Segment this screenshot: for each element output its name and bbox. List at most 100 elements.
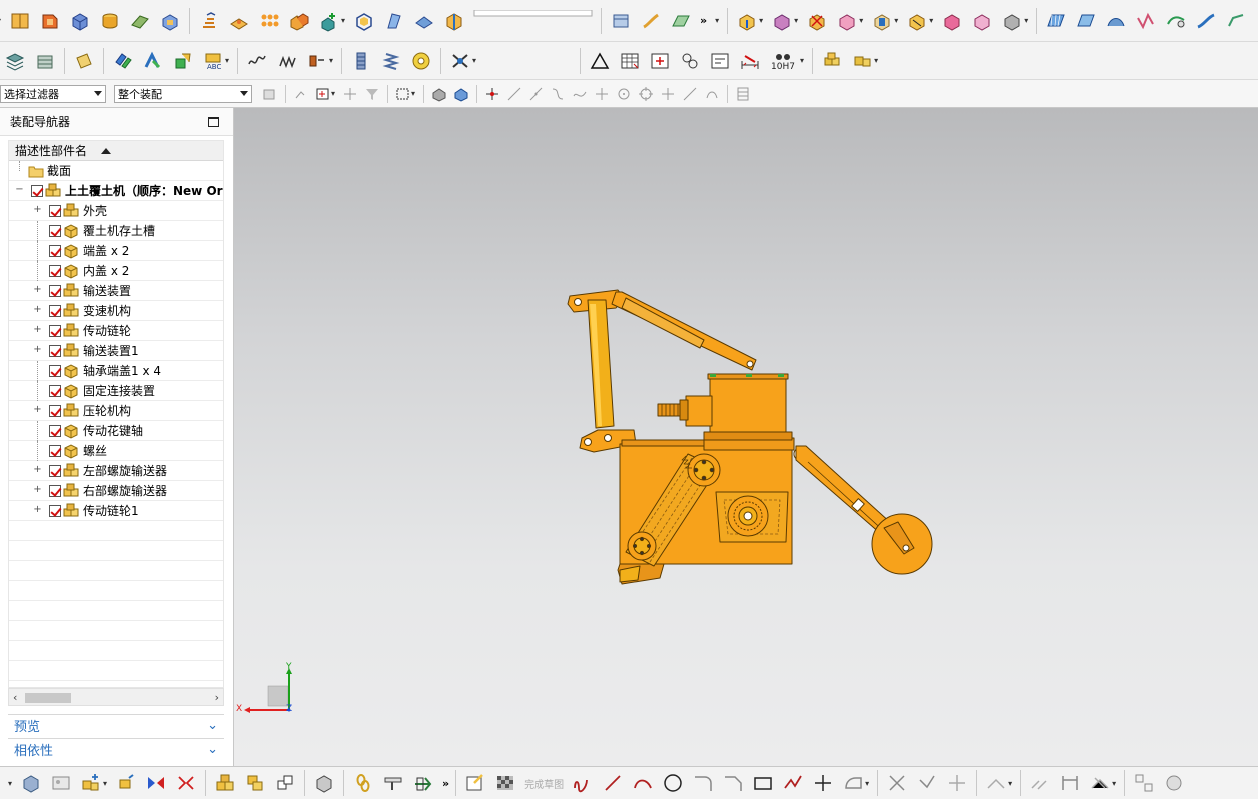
collapse-icon[interactable]: −	[15, 185, 24, 195]
dropdown-arrow[interactable]: ▾	[0, 16, 1, 25]
visibility-checkbox[interactable]	[49, 485, 61, 497]
snap-spline-icon[interactable]	[572, 86, 588, 102]
text-note-icon[interactable]	[709, 50, 731, 72]
tree-row[interactable]: + 传动链轮	[9, 321, 223, 341]
snap-icon[interactable]	[293, 86, 309, 102]
dropdown-arrow[interactable]: ▾	[865, 779, 869, 788]
chevron-down-icon[interactable]: ⌄	[207, 742, 218, 757]
boolean-icon[interactable]	[288, 10, 310, 32]
tree-row[interactable]: 端盖 x 2	[9, 241, 223, 261]
corner-icon[interactable]	[946, 772, 968, 794]
more-icon[interactable]: »	[442, 777, 449, 790]
rectangle-icon[interactable]	[752, 772, 774, 794]
extend-icon[interactable]	[916, 772, 938, 794]
dropdown-arrow[interactable]: ▾	[331, 89, 335, 98]
view-layout-icon[interactable]	[1133, 772, 1155, 794]
part-select-icon[interactable]	[431, 86, 447, 102]
routing-icon[interactable]	[449, 50, 471, 72]
snap-face-icon[interactable]	[704, 86, 720, 102]
scrollbar-thumb[interactable]	[25, 693, 71, 703]
sphere-add-icon[interactable]	[318, 10, 340, 32]
layer-settings-icon[interactable]	[34, 50, 56, 72]
dropdown-arrow[interactable]: ▾	[859, 16, 863, 25]
chevron-down-icon[interactable]: ⌄	[207, 718, 218, 733]
visibility-checkbox[interactable]	[49, 225, 61, 237]
extrude-icon[interactable]	[198, 10, 220, 32]
copy-face-icon[interactable]	[941, 10, 963, 32]
trim-icon[interactable]	[886, 772, 908, 794]
triangle-icon[interactable]	[589, 50, 611, 72]
swoop-icon[interactable]	[1105, 10, 1127, 32]
maximize-icon[interactable]	[208, 117, 219, 127]
tree-row[interactable]: + 变速机构	[9, 301, 223, 321]
dropdown-arrow[interactable]: ▾	[1024, 16, 1028, 25]
expand-icon[interactable]: +	[33, 205, 42, 215]
hole-table-icon[interactable]	[679, 50, 701, 72]
tree-row[interactable]: 螺丝	[9, 441, 223, 461]
tree-row[interactable]: 覆土机存土槽	[9, 221, 223, 241]
tree-row-section-folder[interactable]: 截面	[9, 161, 223, 181]
cylinder-icon[interactable]	[99, 10, 121, 32]
dependencies-section[interactable]: 相依性 ⌄	[8, 738, 224, 760]
styled-sweep-icon[interactable]	[1135, 10, 1157, 32]
trim-body-icon[interactable]	[443, 10, 465, 32]
constraint-icon[interactable]	[1029, 772, 1051, 794]
surface-icon[interactable]	[670, 10, 692, 32]
tree-row[interactable]: 固定连接装置	[9, 381, 223, 401]
tree-row[interactable]: 轴承端盖1 x 4	[9, 361, 223, 381]
book-icon[interactable]	[9, 10, 31, 32]
assembly-constraint-icon[interactable]	[112, 50, 134, 72]
pull-face-icon[interactable]	[871, 10, 893, 32]
dropdown-arrow[interactable]: ▾	[800, 56, 804, 65]
align-icon[interactable]	[175, 772, 197, 794]
filter-icon[interactable]	[364, 86, 380, 102]
sort-ascending-icon[interactable]	[101, 147, 112, 154]
visibility-checkbox[interactable]	[49, 365, 61, 377]
more-icon[interactable]: »	[700, 14, 707, 27]
relation-icon[interactable]	[1089, 772, 1111, 794]
soil-covering-machine-model[interactable]	[234, 108, 1258, 766]
tree-row[interactable]: + 输送装置	[9, 281, 223, 301]
offset-face-icon[interactable]	[413, 10, 435, 32]
expand-icon[interactable]: +	[33, 285, 42, 295]
visibility-checkbox[interactable]	[49, 345, 61, 357]
snap-cross-icon[interactable]	[660, 86, 676, 102]
mirror-assembly-icon[interactable]	[145, 772, 167, 794]
dimension-icon[interactable]	[739, 50, 761, 72]
tree-row[interactable]: + 外壳	[9, 201, 223, 221]
snap-grid-icon[interactable]	[735, 86, 751, 102]
dropdown-arrow[interactable]: ▾	[8, 779, 12, 788]
dropdown-arrow[interactable]: ▾	[225, 56, 229, 65]
component-array-icon[interactable]	[172, 50, 194, 72]
assembly-scope-select[interactable]: 整个装配	[114, 84, 252, 103]
note-icon[interactable]	[73, 50, 95, 72]
expand-icon[interactable]: +	[33, 465, 42, 475]
bearing-icon[interactable]	[410, 50, 432, 72]
chamfer-sketch-icon[interactable]	[722, 772, 744, 794]
auto-dimension-icon[interactable]	[1059, 772, 1081, 794]
dropdown-arrow[interactable]: ▾	[1112, 779, 1116, 788]
box-select-icon[interactable]	[315, 86, 331, 102]
point-snap-icon[interactable]	[342, 86, 358, 102]
visibility-checkbox[interactable]	[49, 285, 61, 297]
dropdown-arrow[interactable]: ▾	[411, 89, 415, 98]
studio-surface-icon[interactable]	[1075, 10, 1097, 32]
horizontal-scrollbar[interactable]: ‹ ›	[8, 688, 224, 706]
sketch-icon[interactable]	[464, 772, 486, 794]
expand-icon[interactable]: +	[33, 345, 42, 355]
clearance-icon[interactable]	[306, 50, 328, 72]
assembly-load-icon[interactable]	[20, 772, 42, 794]
offset-curve-icon[interactable]	[842, 772, 864, 794]
line-icon[interactable]	[602, 772, 624, 794]
sheet-icon[interactable]	[610, 10, 632, 32]
spring-coil-icon[interactable]	[380, 50, 402, 72]
delete-face-icon[interactable]	[771, 10, 793, 32]
add-component-icon[interactable]	[851, 50, 873, 72]
bolt-icon[interactable]	[350, 50, 372, 72]
dropdown-arrow[interactable]: ▾	[874, 56, 878, 65]
select-filter-icon[interactable]	[262, 86, 278, 102]
dropdown-arrow[interactable]: ▾	[329, 56, 333, 65]
snap-curve-icon[interactable]	[550, 86, 566, 102]
visibility-checkbox[interactable]	[49, 445, 61, 457]
dropdown-arrow[interactable]: ▾	[794, 16, 798, 25]
